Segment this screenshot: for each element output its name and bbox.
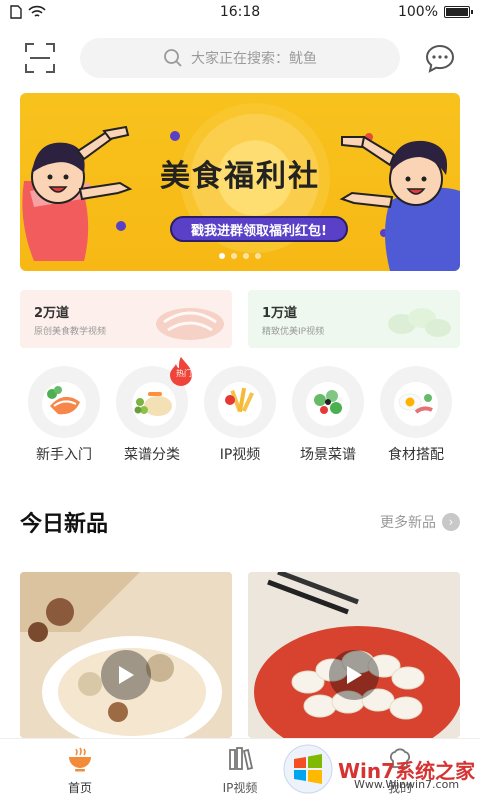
category-icon-wrap xyxy=(380,366,452,438)
bacon-egg-icon xyxy=(394,382,438,426)
banner-dot[interactable] xyxy=(219,253,225,259)
fries-icon xyxy=(218,382,262,426)
play-icon[interactable] xyxy=(329,650,379,700)
category-label: 食材搭配 xyxy=(388,447,444,463)
category-label: 新手入门 xyxy=(36,447,92,463)
site-watermark: Win7系统之家 Www.Winwin7.com xyxy=(282,740,480,798)
message-icon[interactable] xyxy=(424,42,456,74)
category-icon-wrap xyxy=(28,366,100,438)
banner-pagination xyxy=(20,253,460,259)
search-placeholder: 大家正在搜索：鱿鱼 xyxy=(191,51,317,67)
watermark-url: Www.Winwin7.com xyxy=(354,778,460,791)
promo-banner[interactable]: 美食福利社 戳我进群领取福利红包! xyxy=(20,93,460,271)
search-input[interactable]: 大家正在搜索：鱿鱼 xyxy=(80,38,400,78)
product-card-soup[interactable] xyxy=(20,572,232,738)
category-label: 场景菜谱 xyxy=(300,447,356,463)
dumplings-image xyxy=(388,308,451,337)
category-label: 菜谱分类 xyxy=(124,447,180,463)
banner-dot[interactable] xyxy=(243,253,249,259)
category-icon-wrap: 热门 xyxy=(116,357,192,438)
category-ingredient-pairing[interactable]: 食材搭配 xyxy=(376,366,456,464)
status-bar: 16:18 100% xyxy=(0,0,480,24)
bowl-icon xyxy=(69,747,91,772)
tab-ip-video[interactable]: IP视频 xyxy=(190,739,290,800)
tab-home[interactable]: 首页 xyxy=(30,739,130,800)
category-beginner[interactable]: 新手入门 xyxy=(24,366,104,464)
more-link-label: 更多新品 xyxy=(380,515,436,531)
banner-dot-deco xyxy=(170,131,180,141)
banner-title: 美食福利社 xyxy=(160,159,320,194)
status-time: 16:18 xyxy=(219,4,261,20)
hot-badge-label: 热门 xyxy=(176,369,192,378)
books-icon xyxy=(229,747,254,771)
category-recipe-types[interactable]: 热门 菜谱分类 xyxy=(112,357,192,464)
category-label: IP视频 xyxy=(219,447,261,463)
category-row: 新手入门 热门 菜谱分类 IP视频 场景菜谱 食材搭配 xyxy=(0,357,480,466)
meat-slices-image xyxy=(156,308,224,340)
category-scene-recipes[interactable]: 场景菜谱 xyxy=(288,366,368,464)
banner-dot[interactable] xyxy=(231,253,237,259)
more-new-products-link[interactable]: 更多新品 › xyxy=(380,512,460,532)
promo-card-original-videos[interactable]: 2万道 原创美食教学视频 xyxy=(20,290,232,348)
search-icon xyxy=(164,49,182,67)
promo-card-ip-videos[interactable]: 1万道 精致优美IP视频 xyxy=(248,290,460,348)
play-icon[interactable] xyxy=(101,650,151,700)
scan-icon[interactable] xyxy=(24,42,56,74)
salad-icon xyxy=(306,382,350,426)
product-card-rice-cake[interactable] xyxy=(248,572,460,738)
battery-fill xyxy=(446,8,468,16)
category-icon-wrap xyxy=(204,366,276,438)
salmon-dish-icon xyxy=(42,382,86,426)
chevron-right-icon: › xyxy=(442,513,460,531)
banner-dot[interactable] xyxy=(255,253,261,259)
category-icon-wrap xyxy=(292,366,364,438)
tab-label: 首页 xyxy=(67,781,92,795)
tab-label: IP视频 xyxy=(222,781,258,795)
windows-logo-icon xyxy=(283,744,333,794)
banner-join-button[interactable]: 戳我进群领取福利红包! xyxy=(170,216,348,242)
section-title: 今日新品 xyxy=(20,512,109,537)
battery-icon xyxy=(444,6,473,18)
category-ip-video[interactable]: IP视频 xyxy=(200,366,280,464)
top-bar: 大家正在搜索：鱿鱼 xyxy=(0,36,480,80)
